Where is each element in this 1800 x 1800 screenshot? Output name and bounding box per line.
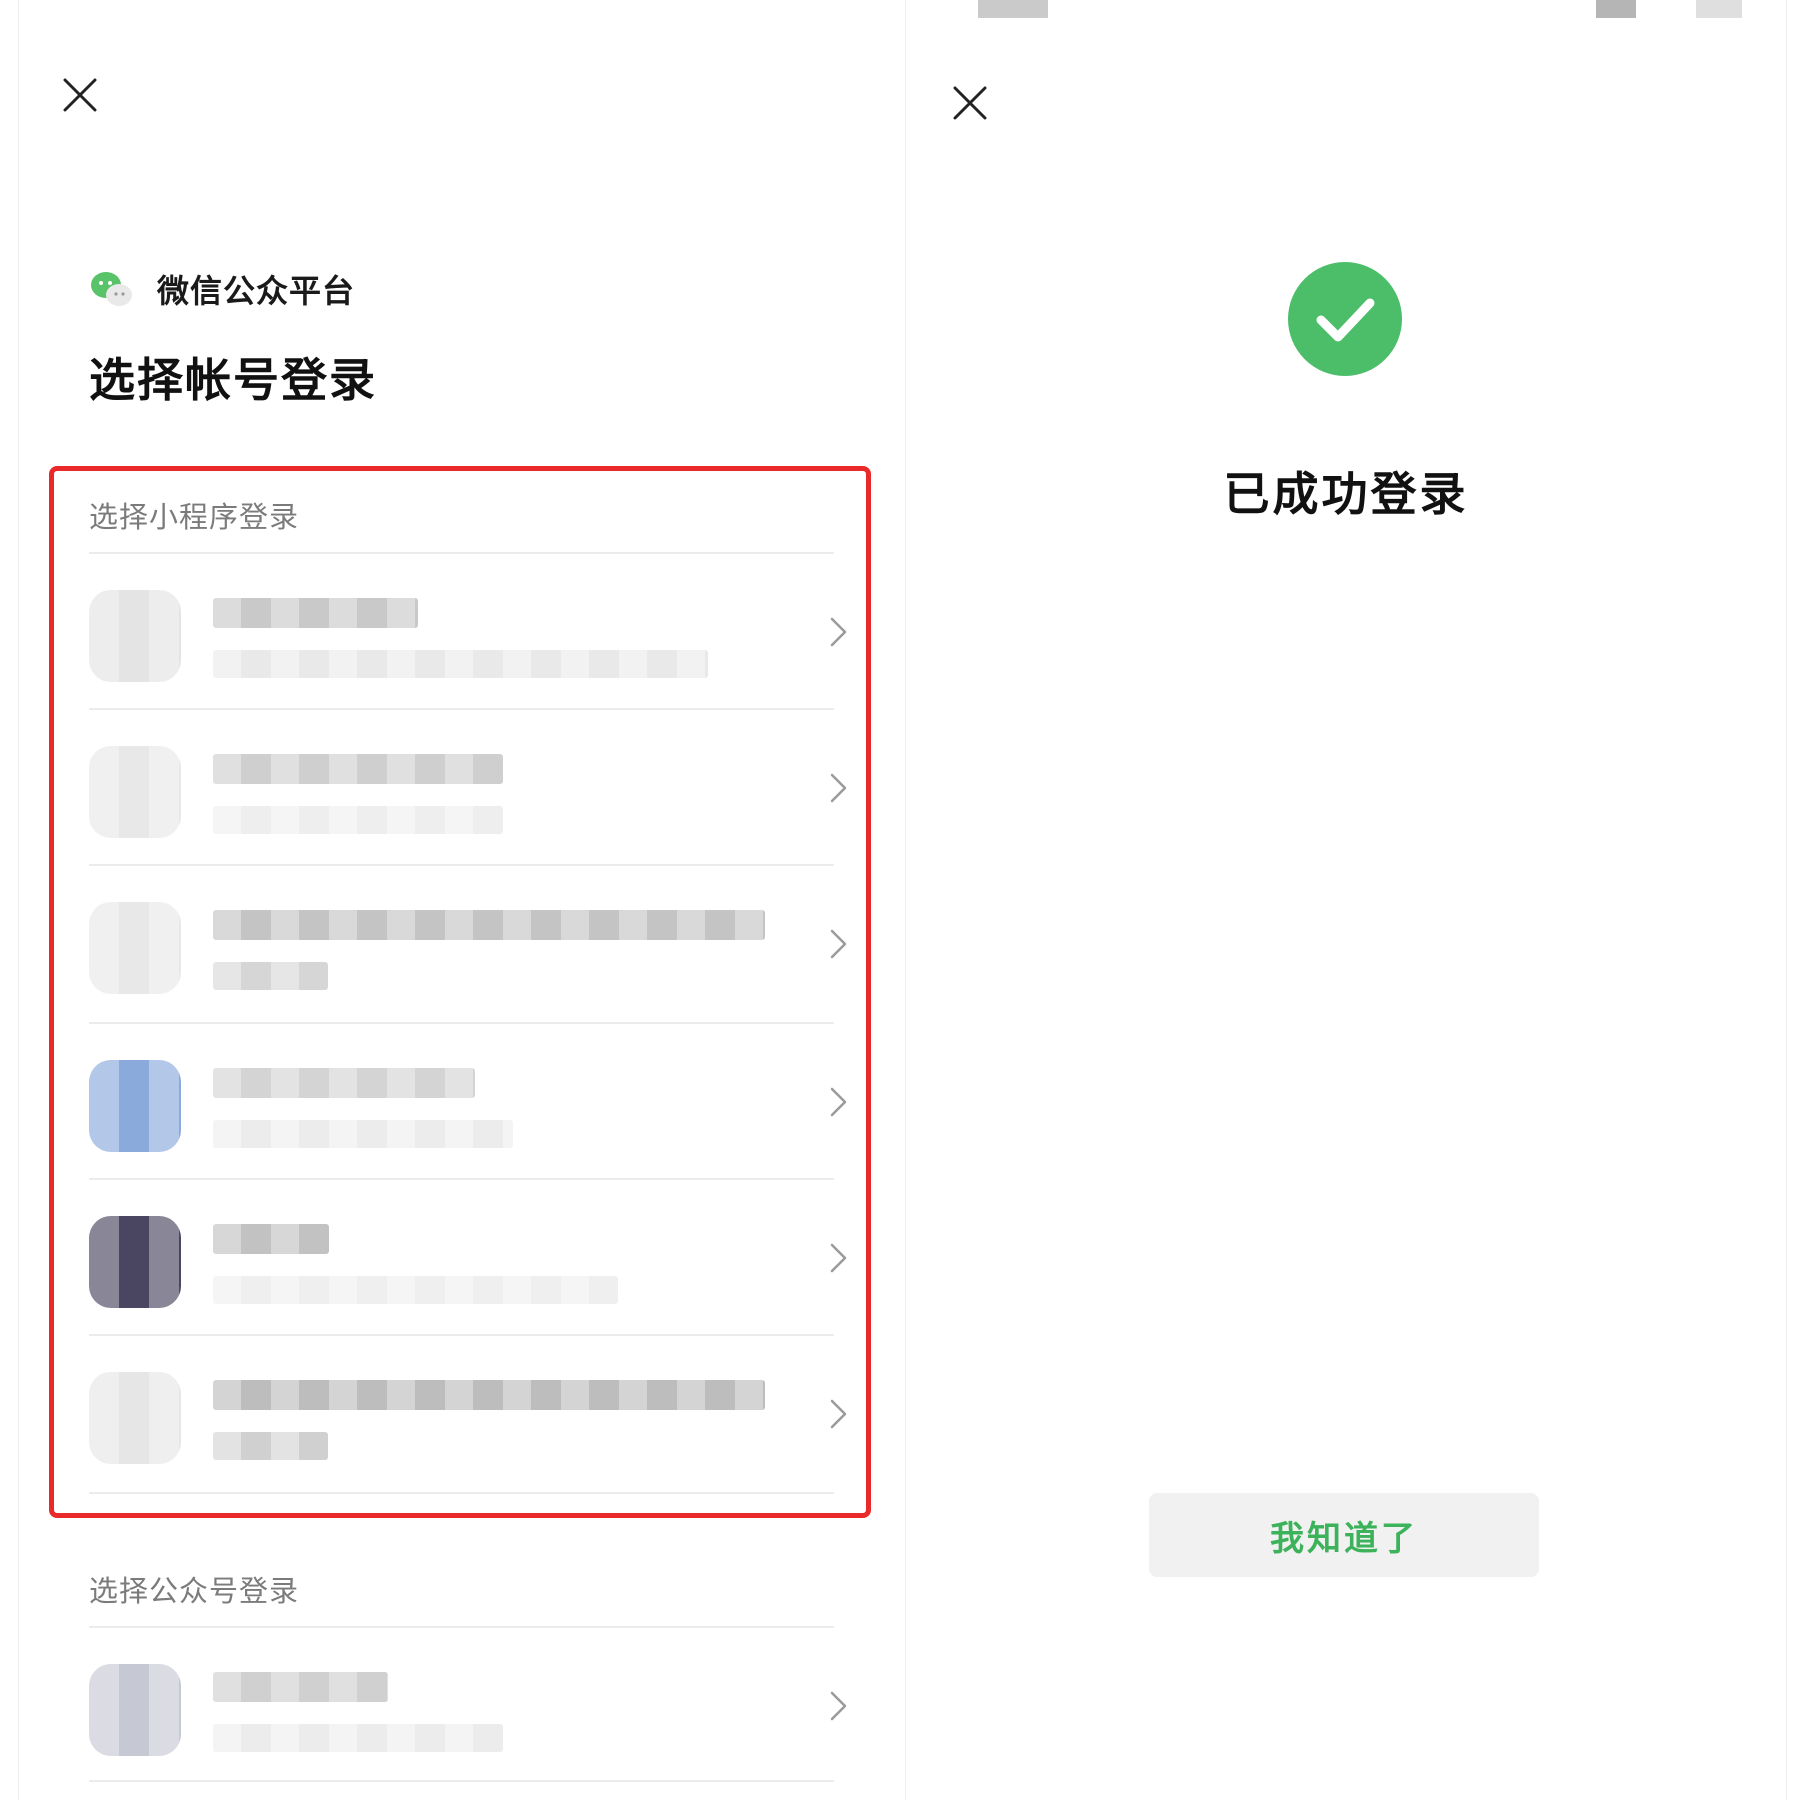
account-name: [213, 1068, 475, 1098]
brand-header: 微信公众平台: [89, 266, 355, 312]
mini-program-account-row[interactable]: [67, 1180, 847, 1336]
account-subtitle: [213, 650, 708, 678]
official-account-row[interactable]: [67, 1628, 847, 1784]
account-name: [213, 1672, 388, 1702]
account-subtitle: [213, 1276, 618, 1304]
status-bar-fragment: [1696, 0, 1742, 18]
chevron-right-icon: [829, 772, 849, 804]
mini-program-account-row[interactable]: [67, 554, 847, 710]
chevron-right-icon: [829, 1398, 849, 1430]
divider: [89, 1492, 834, 1494]
close-icon[interactable]: [953, 86, 987, 120]
avatar: [89, 902, 181, 994]
account-subtitle: [213, 806, 503, 834]
chevron-right-icon: [829, 616, 849, 648]
close-icon[interactable]: [63, 78, 97, 112]
status-bar-fragment: [978, 0, 1048, 18]
avatar: [89, 746, 181, 838]
account-name: [213, 910, 765, 940]
mini-program-section-label: 选择小程序登录: [89, 500, 300, 534]
official-account-section-label: 选择公众号登录: [89, 1574, 300, 1608]
account-name: [213, 1224, 329, 1254]
mini-program-account-row[interactable]: [67, 1024, 847, 1180]
avatar: [89, 1216, 181, 1308]
wechat-logo-icon: [91, 272, 132, 306]
acknowledge-button[interactable]: 我知道了: [1149, 1493, 1539, 1577]
chevron-right-icon: [829, 928, 849, 960]
mini-program-account-row[interactable]: [67, 710, 847, 866]
avatar: [89, 1664, 181, 1756]
account-subtitle: [213, 1724, 503, 1752]
success-check-icon: [1288, 262, 1402, 376]
success-title: 已成功登录: [1223, 467, 1469, 521]
login-success-screen: 已成功登录 我知道了: [905, 0, 1787, 1800]
account-name: [213, 754, 503, 784]
mini-program-account-row[interactable]: [67, 1336, 847, 1492]
brand-name: 微信公众平台: [157, 272, 356, 310]
status-bar-fragment: [1596, 0, 1636, 18]
account-select-screen: 微信公众平台 选择帐号登录 选择小程序登录 选择公众号登录: [18, 0, 904, 1800]
account-name: [213, 598, 418, 628]
account-name: [213, 1380, 765, 1410]
avatar: [89, 1372, 181, 1464]
page-title: 选择帐号登录: [89, 353, 377, 407]
chevron-right-icon: [829, 1086, 849, 1118]
mini-program-account-row[interactable]: [67, 866, 847, 1022]
avatar: [89, 1060, 181, 1152]
chevron-right-icon: [829, 1242, 849, 1274]
divider: [89, 1780, 834, 1782]
account-subtitle: [213, 1432, 328, 1460]
chevron-right-icon: [829, 1690, 849, 1722]
avatar: [89, 590, 181, 682]
account-subtitle: [213, 962, 328, 990]
account-subtitle: [213, 1120, 513, 1148]
